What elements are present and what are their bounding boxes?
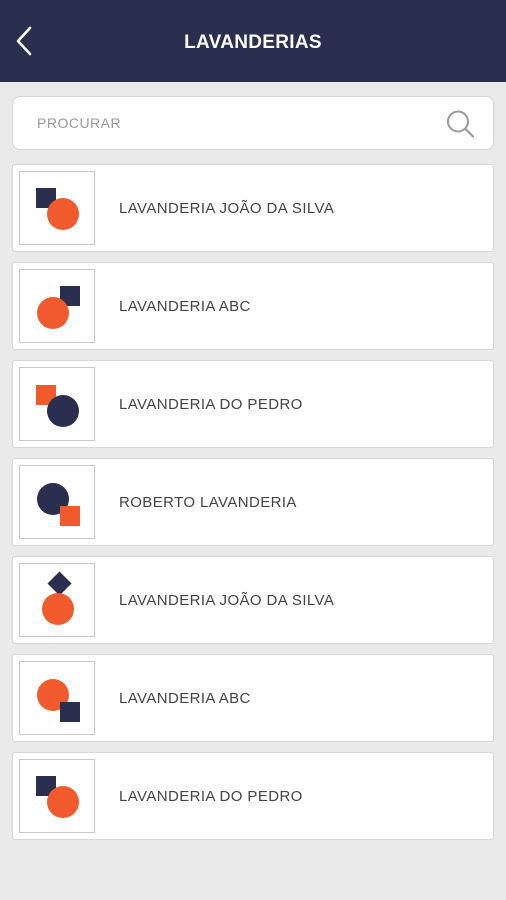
app-bar: LAVANDERIAS bbox=[0, 0, 506, 82]
laundry-name: LAVANDERIA JOÃO DA SILVA bbox=[119, 199, 335, 217]
page-title: LAVANDERIAS bbox=[184, 32, 322, 53]
search-box bbox=[12, 96, 494, 150]
laundry-logo bbox=[19, 661, 95, 735]
laundry-logo bbox=[19, 367, 95, 441]
search-input[interactable] bbox=[13, 97, 433, 149]
list-item[interactable]: LAVANDERIA JOÃO DA SILVA bbox=[12, 164, 494, 252]
laundry-list: LAVANDERIA JOÃO DA SILVA LAVANDERIA ABC … bbox=[12, 164, 494, 850]
list-item[interactable]: LAVANDERIA ABC bbox=[12, 654, 494, 742]
list-item[interactable]: LAVANDERIA ABC bbox=[12, 262, 494, 350]
laundry-name: LAVANDERIA DO PEDRO bbox=[119, 395, 303, 413]
laundry-logo bbox=[19, 171, 95, 245]
list-item[interactable]: LAVANDERIA DO PEDRO bbox=[12, 752, 494, 840]
laundry-name: LAVANDERIA ABC bbox=[119, 297, 251, 315]
laundry-logo bbox=[19, 759, 95, 833]
laundry-name: LAVANDERIA JOÃO DA SILVA bbox=[119, 591, 335, 609]
search-icon[interactable] bbox=[445, 109, 477, 139]
list-item[interactable]: LAVANDERIA DO PEDRO bbox=[12, 360, 494, 448]
laundry-logo bbox=[19, 563, 95, 637]
laundry-logo bbox=[19, 269, 95, 343]
laundry-name: LAVANDERIA DO PEDRO bbox=[119, 787, 303, 805]
laundry-name: LAVANDERIA ABC bbox=[119, 689, 251, 707]
list-item[interactable]: ROBERTO LAVANDERIA bbox=[12, 458, 494, 546]
laundry-logo bbox=[19, 465, 95, 539]
laundry-name: ROBERTO LAVANDERIA bbox=[119, 493, 297, 511]
list-item[interactable]: LAVANDERIA JOÃO DA SILVA bbox=[12, 556, 494, 644]
